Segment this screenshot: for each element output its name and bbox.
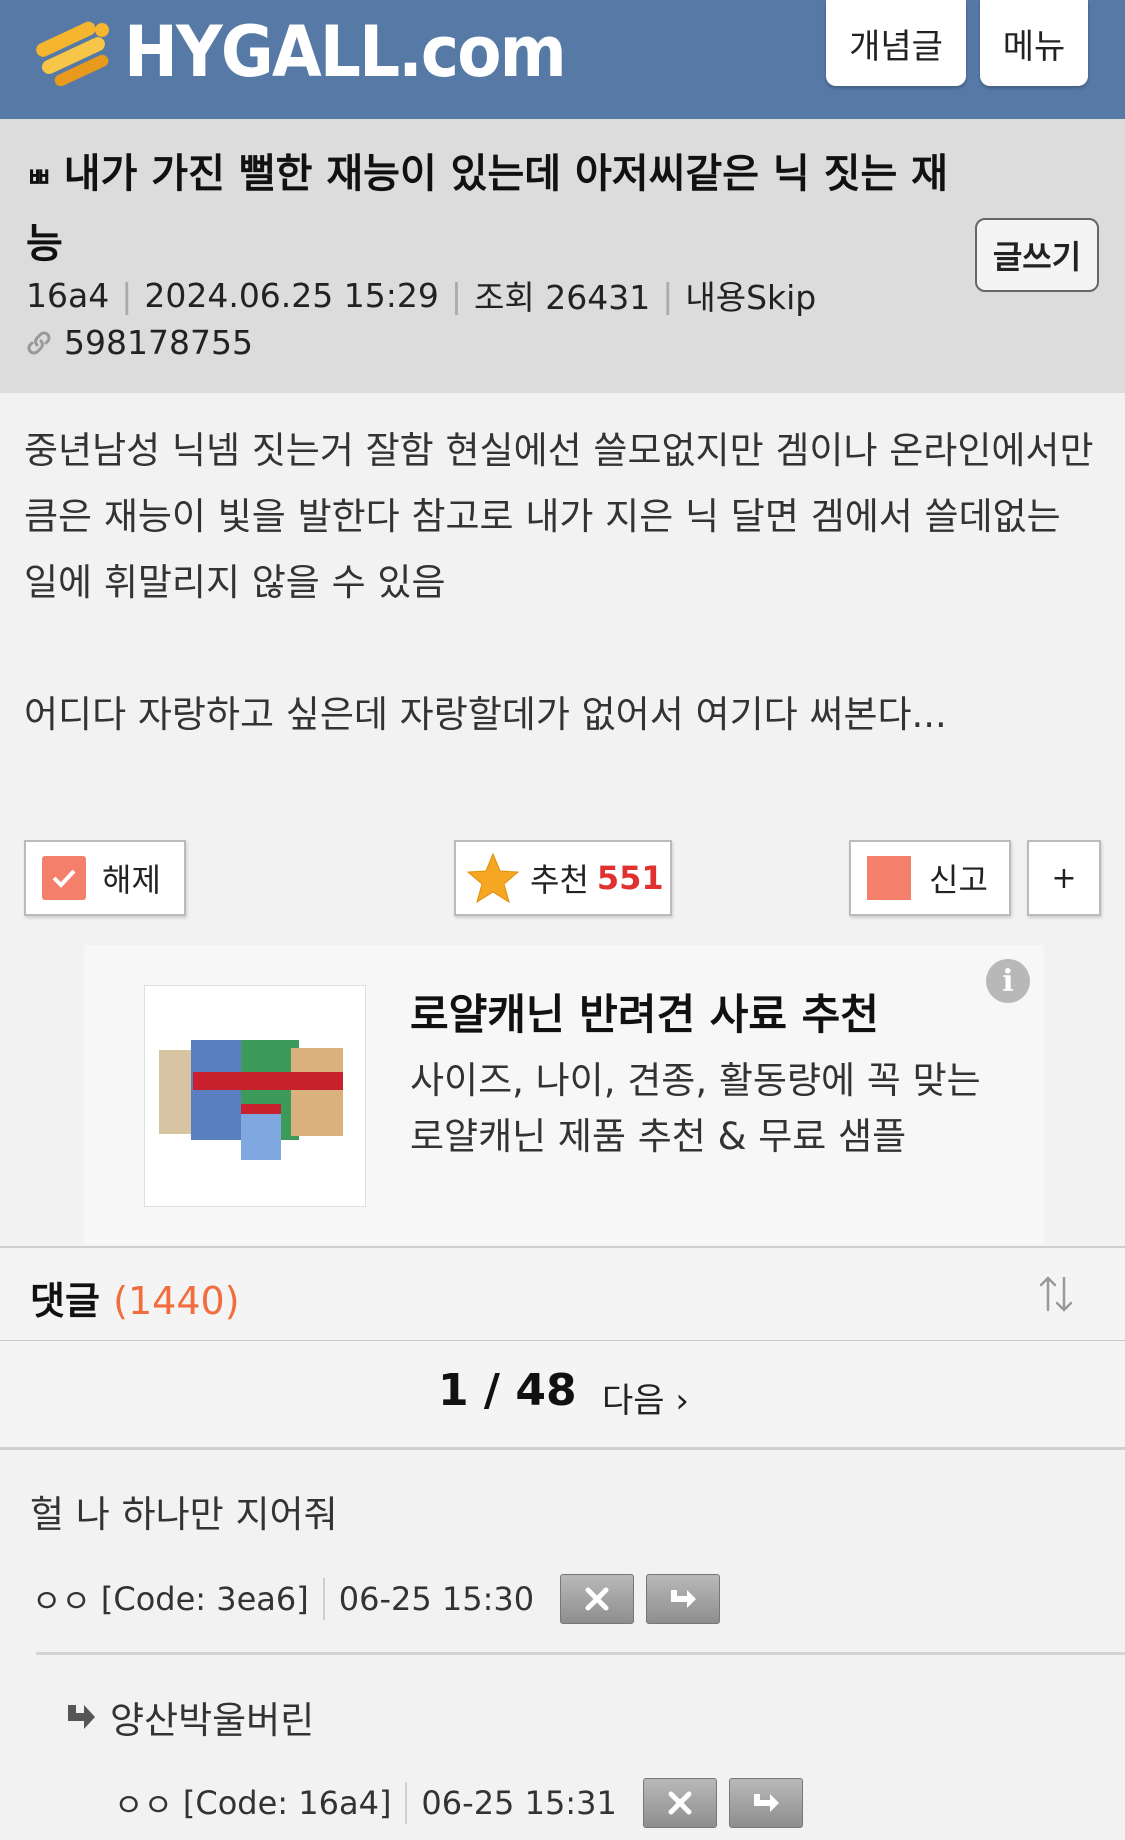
release-label: 해제 (102, 861, 161, 899)
post-date: 2024.06.25 15:29 (144, 275, 439, 315)
comment-meta: ㅇㅇ [Code: 16a4] 06-25 15:31 (114, 1778, 803, 1828)
post-body-paragraph: 중년남성 닉넴 짓는거 잘함 현실에선 쓸모없지만 겜이나 온라인에서만큼은 재… (24, 429, 1094, 604)
logo-mark-icon (36, 21, 109, 87)
report-square-icon (867, 856, 911, 900)
comment-author: ㅇㅇ (114, 1786, 173, 1824)
reply-arrow-icon (671, 1590, 697, 1608)
ad-product-image[interactable] (144, 985, 366, 1207)
ad-title[interactable]: 로얄캐닌 반려견 사료 추천 (410, 981, 879, 1042)
recommend-label: 추천 (530, 861, 589, 899)
reply-comment-button[interactable] (646, 1574, 721, 1624)
checkbox-icon (42, 856, 86, 900)
ad-description: 사이즈, 나이, 견종, 활동량에 꼭 맞는 로얄캐닌 제품 추천 & 무료 샘… (410, 1059, 981, 1158)
category-badge: ㅃ (26, 161, 52, 194)
meta-separator (322, 1578, 325, 1620)
meta-separator: | (450, 275, 463, 315)
comment-code: [Code: 3ea6] (100, 1580, 309, 1618)
post-body-paragraph: 어디다 자랑하고 싶은데 자랑할데가 없어서 여기다 써본다... (24, 693, 947, 736)
menu-button[interactable]: 메뉴 (980, 0, 1088, 86)
write-button[interactable]: 글쓰기 (975, 218, 1099, 292)
comments-header: 댓글 (1440) (0, 1246, 1125, 1343)
page-indicator: 1 / 48 (438, 1365, 577, 1416)
report-label: 신고 (929, 861, 988, 899)
site-logo[interactable]: HYGALL.com (30, 12, 603, 92)
delete-comment-button[interactable] (642, 1778, 717, 1828)
post-meta: 16a4 | 2024.06.25 15:29 | 조회 26431 | 내용S… (26, 271, 816, 319)
close-icon (585, 1587, 609, 1611)
recommend-count: 551 (596, 859, 664, 897)
post-id-row[interactable]: 598178755 (24, 323, 253, 362)
comments-label: 댓글 (30, 1279, 100, 1323)
post-header: ㅃ 내가 가진 뻘한 재능이 있는데 아저씨같은 닉 짓는 재능 글쓰기 16a4… (0, 119, 1125, 393)
comment-pager: 1 / 48 다음 › (0, 1341, 1125, 1450)
delete-comment-button[interactable] (560, 1574, 635, 1624)
next-page-link[interactable]: 다음 › (602, 1373, 689, 1422)
recommend-button[interactable]: 추천 551 (454, 840, 672, 916)
reply-comment: 양산박울버린 (62, 1690, 314, 1744)
comment-author: ㅇㅇ (32, 1582, 91, 1620)
comment-text: 헐 나 하나만 지어줘 (30, 1493, 338, 1536)
logo-text: HYGALL.com (124, 11, 567, 93)
comment-time: 06-25 15:31 (421, 1784, 617, 1822)
reply-comment-button[interactable] (728, 1778, 803, 1828)
post-views: 조회 26431 (474, 278, 651, 317)
skip-content-link[interactable]: 내용Skip (685, 271, 816, 319)
post-id: 598178755 (64, 323, 253, 362)
report-button[interactable]: 신고 (849, 840, 1011, 916)
meta-separator: | (121, 275, 133, 315)
more-actions-button[interactable]: + (1027, 840, 1101, 916)
link-icon (27, 331, 51, 354)
comments-title: 댓글 (1440) (30, 1270, 240, 1325)
star-icon (466, 852, 520, 904)
post-body: 중년남성 닉넴 짓는거 잘함 현실에선 쓸모없지만 겜이나 온라인에서만큼은 재… (24, 418, 1104, 748)
sort-icon[interactable] (1034, 1272, 1078, 1316)
reply-indent-icon (68, 1705, 95, 1729)
info-icon[interactable]: i (986, 959, 1030, 1003)
comment-code: [Code: 16a4] (182, 1784, 392, 1822)
post-author: 16a4 (26, 275, 110, 315)
meta-separator (405, 1782, 408, 1824)
comment-divider (36, 1652, 1125, 1655)
comments-count: (1440) (113, 1279, 240, 1323)
release-button[interactable]: 해제 (24, 840, 186, 916)
post-title: ㅃ 내가 가진 뻘한 재능이 있는데 아저씨같은 닉 짓는 재능 (26, 141, 956, 277)
comment-text: 양산박울버린 (110, 1699, 315, 1742)
comment-meta: ㅇㅇ [Code: 3ea6] 06-25 15:30 (32, 1574, 721, 1624)
close-icon (668, 1791, 692, 1815)
site-header: HYGALL.com 개념글 메뉴 (0, 0, 1125, 119)
reply-arrow-icon (753, 1794, 779, 1812)
post-title-text: 내가 가진 뻘한 재능이 있는데 아저씨같은 닉 짓는 재능 (26, 151, 948, 267)
dog-food-bags-icon (159, 1040, 343, 1160)
meta-separator: | (662, 275, 674, 315)
concept-posts-button[interactable]: 개념글 (826, 0, 966, 86)
ad-banner[interactable]: 로얄캐닌 반려견 사료 추천 사이즈, 나이, 견종, 활동량에 꼭 맞는 로얄… (84, 945, 1044, 1245)
comment-time: 06-25 15:30 (338, 1580, 535, 1618)
